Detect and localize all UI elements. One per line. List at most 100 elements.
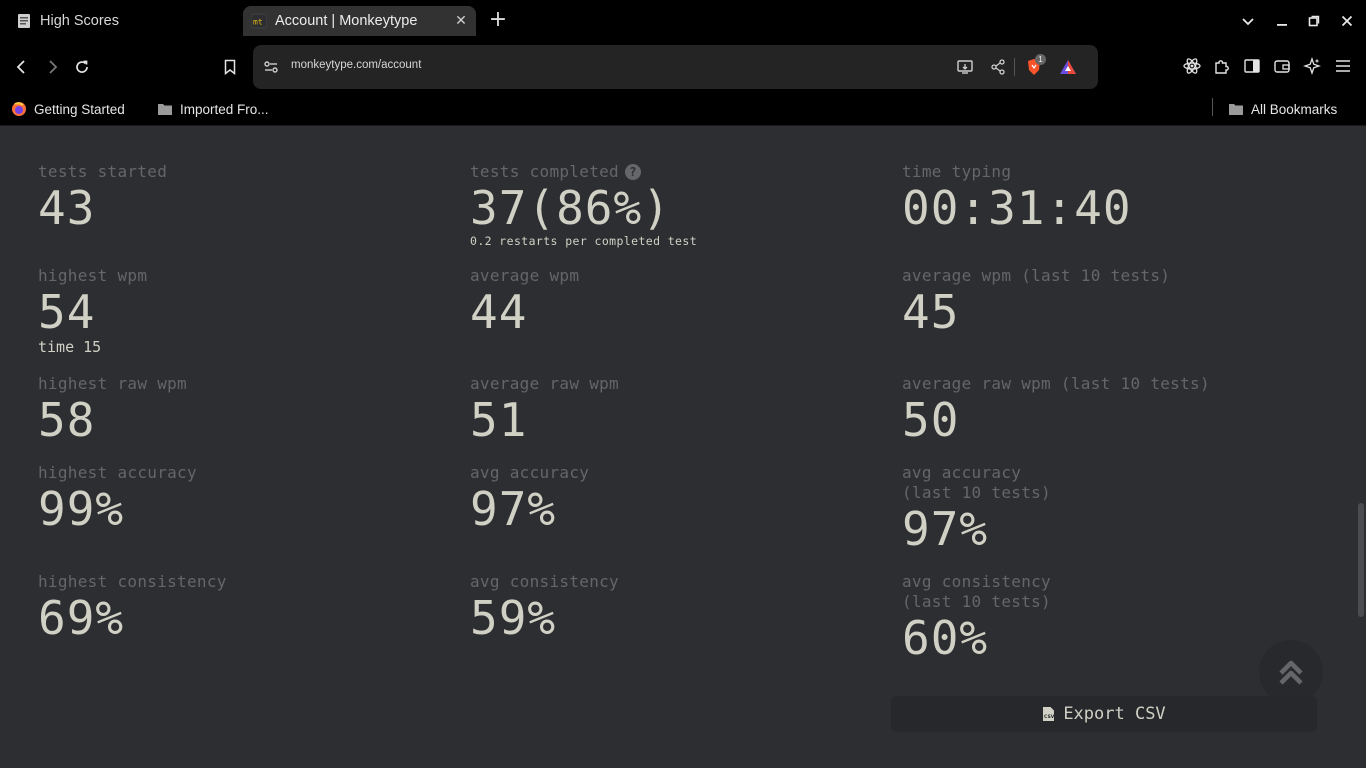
tab-bar: High Scores mt Account | Monkeytype ✕ + — [0, 0, 1366, 42]
stat-label: highest accuracy — [38, 463, 197, 482]
stat-subtext: 0.2 restarts per completed test — [470, 234, 698, 248]
folder-icon — [157, 101, 173, 117]
reload-icon[interactable] — [70, 55, 94, 79]
stat-label: avg accuracy — [470, 463, 590, 482]
menu-hamburger-icon[interactable] — [1332, 55, 1354, 77]
stat-label: time typing — [902, 162, 1012, 181]
all-bookmarks-label: All Bookmarks — [1251, 101, 1338, 117]
stat-avg-accuracy-last10: avg accuracy (last 10 tests) 97% — [902, 463, 1051, 555]
sidebar-toggle-icon[interactable] — [1241, 55, 1263, 77]
stat-avg-consistency-last10: avg consistency (last 10 tests) 60% — [902, 572, 1051, 664]
stat-tests-started: tests started 43 — [38, 162, 167, 234]
stat-value: 69% — [38, 591, 125, 645]
stat-value: 54 — [38, 285, 96, 339]
atom-extension-icon[interactable] — [1181, 55, 1203, 77]
bookmark-imported-folder[interactable]: Imported Fro... — [157, 99, 269, 119]
firefox-icon — [11, 101, 27, 117]
wallet-icon[interactable] — [1271, 55, 1293, 77]
stat-value: 45 — [902, 285, 960, 339]
stat-tests-completed: tests completed? 37(86%) 0.2 restarts pe… — [470, 162, 697, 248]
brave-rewards-icon[interactable] — [1058, 57, 1078, 77]
tab-title: High Scores — [40, 13, 119, 29]
forward-icon[interactable] — [40, 55, 64, 79]
url-text: monkeytype.com/account — [291, 59, 422, 71]
stat-label: avg accuracy (last 10 tests) — [902, 463, 1051, 502]
restore-icon[interactable] — [1302, 9, 1326, 33]
tab-account-monkeytype[interactable]: mt Account | Monkeytype ✕ — [243, 6, 476, 36]
stat-highest-raw-wpm: highest raw wpm 58 — [38, 374, 187, 446]
stat-value: 97% — [902, 502, 989, 556]
bookmark-label: Imported Fro... — [180, 101, 269, 117]
back-icon[interactable] — [10, 55, 34, 79]
stat-value: 43 — [38, 181, 96, 235]
install-app-icon[interactable] — [955, 57, 975, 77]
stat-label: average wpm — [470, 266, 580, 285]
double-chevron-up-icon — [1278, 658, 1304, 686]
stat-average-wpm-last10: average wpm (last 10 tests) 45 — [902, 266, 1170, 338]
document-icon — [16, 13, 32, 29]
stat-label: average wpm (last 10 tests) — [902, 266, 1171, 285]
stat-label: highest wpm — [38, 266, 148, 285]
stat-value: 50 — [902, 393, 960, 447]
stat-label: average raw wpm — [470, 374, 619, 393]
bookmarks-bar: Getting Started Imported Fro... All Book… — [0, 92, 1366, 126]
stat-highest-wpm: highest wpm 54 time 15 — [38, 266, 147, 356]
leo-ai-icon[interactable] — [1301, 55, 1323, 77]
shields-badge: 1 — [1035, 54, 1046, 65]
bookmark-label: Getting Started — [34, 101, 125, 117]
svg-text:CSV: CSV — [1044, 714, 1055, 720]
scrollbar-thumb[interactable] — [1358, 503, 1364, 617]
stat-label: avg consistency — [470, 572, 619, 591]
account-stats-page: tests started 43 tests completed? 37(86%… — [0, 127, 1356, 768]
stat-value: 60% — [902, 611, 989, 665]
stat-average-raw-wpm-last10: average raw wpm (last 10 tests) 50 — [902, 374, 1210, 446]
site-settings-icon[interactable] — [261, 57, 281, 77]
stat-time-typing: time typing 00:31:40 — [902, 162, 1132, 234]
all-bookmarks-button[interactable]: All Bookmarks — [1228, 99, 1337, 119]
stat-label: average raw wpm (last 10 tests) — [902, 374, 1210, 393]
extensions-puzzle-icon[interactable] — [1211, 55, 1233, 77]
stat-value: 97% — [470, 482, 557, 536]
stat-highest-accuracy: highest accuracy 99% — [38, 463, 197, 535]
folder-icon — [1228, 101, 1244, 117]
close-tab-icon[interactable]: ✕ — [450, 10, 472, 32]
bookmark-icon[interactable] — [218, 55, 242, 79]
stat-value: 51 — [470, 393, 528, 447]
stat-value: 99% — [38, 482, 125, 536]
stat-average-raw-wpm: average raw wpm 51 — [470, 374, 619, 446]
monkeytype-icon: mt — [251, 13, 267, 29]
stat-value: 58 — [38, 393, 96, 447]
stat-highest-consistency: highest consistency 69% — [38, 572, 227, 644]
new-tab-button[interactable]: + — [486, 9, 510, 33]
tab-title: Account | Monkeytype — [275, 13, 418, 29]
minimize-icon[interactable] — [1270, 9, 1294, 33]
export-csv-label: Export CSV — [1063, 704, 1166, 724]
stat-avg-consistency: avg consistency 59% — [470, 572, 619, 644]
stat-label: tests started — [38, 162, 168, 181]
stat-label: highest consistency — [38, 572, 227, 591]
csv-file-icon: CSV — [1042, 706, 1055, 722]
browser-toolbar: monkeytype.com/account 1 — [0, 42, 1366, 92]
stat-value: 59% — [470, 591, 557, 645]
page-scrollbar[interactable] — [1356, 127, 1366, 768]
stat-label: highest raw wpm — [38, 374, 187, 393]
help-icon[interactable]: ? — [625, 164, 641, 180]
stat-label: avg consistency (last 10 tests) — [902, 572, 1051, 611]
stat-label: tests completed — [470, 162, 619, 181]
scroll-to-top-button[interactable] — [1259, 640, 1323, 704]
stat-value: 37(86%) — [470, 181, 671, 235]
stat-avg-accuracy: avg accuracy 97% — [470, 463, 589, 535]
tab-list-chevron-icon[interactable] — [1236, 9, 1260, 33]
address-bar[interactable]: monkeytype.com/account 1 — [253, 45, 1098, 89]
tab-high-scores[interactable]: High Scores — [8, 6, 234, 36]
stat-value: 44 — [470, 285, 528, 339]
omnibox-divider — [1014, 58, 1015, 76]
share-icon[interactable] — [988, 57, 1008, 77]
bookmark-getting-started[interactable]: Getting Started — [11, 99, 125, 119]
stat-value: 00:31:40 — [902, 181, 1132, 235]
export-csv-button[interactable]: CSV Export CSV — [891, 696, 1317, 732]
stat-average-wpm: average wpm 44 — [470, 266, 579, 338]
stat-subtext: time 15 — [38, 338, 102, 356]
close-window-icon[interactable] — [1335, 9, 1359, 33]
bookmarks-divider — [1212, 98, 1213, 116]
